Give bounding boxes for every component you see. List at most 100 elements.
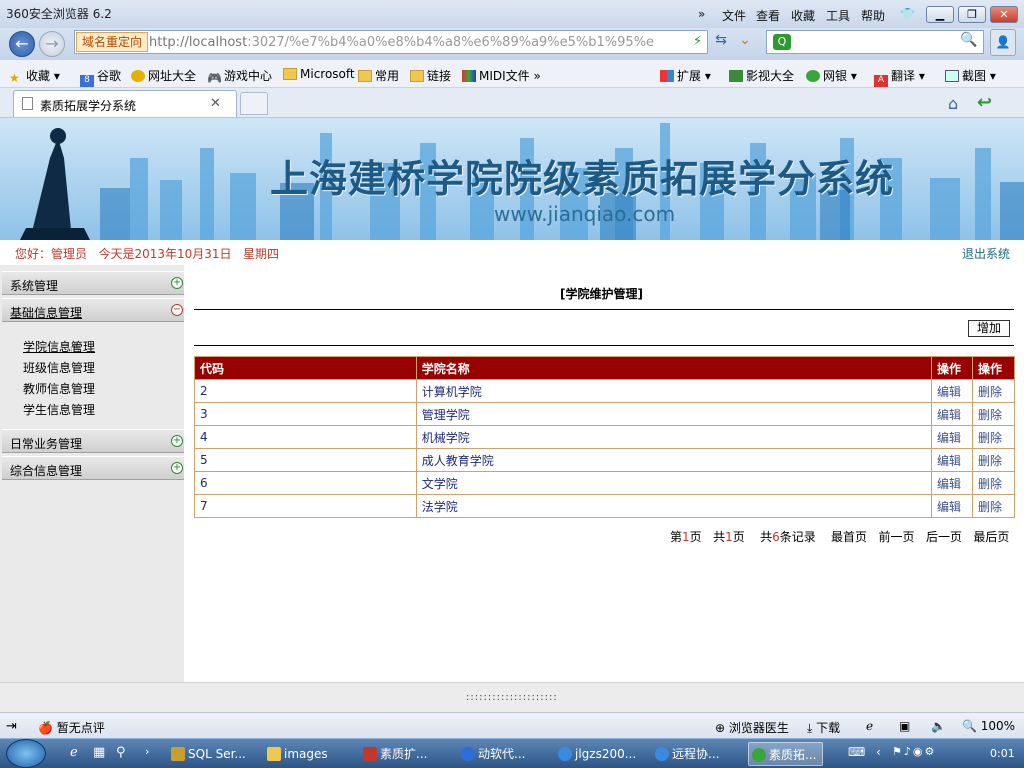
taskbar-item-sql[interactable]: SQL Ser... xyxy=(168,742,252,766)
shirt-icon[interactable]: 👕 xyxy=(900,7,915,21)
minimize-button[interactable]: ▁ xyxy=(926,6,954,23)
browser-doctor-button[interactable]: ⊕ 浏览器医生 xyxy=(715,719,789,736)
url-text[interactable]: http://localhost:3027/%e7%b4%a0%e8%b4%a8… xyxy=(149,35,654,50)
menu-favorites[interactable]: 收藏 xyxy=(791,7,815,24)
last-page-link[interactable]: 最后页 xyxy=(973,530,1009,544)
edit-link[interactable]: 编辑 xyxy=(931,402,974,426)
compat-mode-icon[interactable]: ⇆ xyxy=(710,32,732,52)
sidebar-section-system[interactable]: 系统管理 + xyxy=(2,271,184,295)
speaker-icon[interactable]: 🔈 xyxy=(931,719,946,733)
zoom-control[interactable]: 🔍 100% xyxy=(962,719,1015,733)
close-button[interactable]: ✕ xyxy=(990,6,1018,23)
delete-link[interactable]: 删除 xyxy=(972,448,1015,472)
taskbar-item-remote[interactable]: 远程协... xyxy=(652,742,725,766)
sidebar-section-basic-info[interactable]: 基础信息管理 − xyxy=(2,298,184,322)
edit-link[interactable]: 编辑 xyxy=(931,471,974,495)
sidebar-toggle-icon[interactable]: ⇥ xyxy=(6,719,17,734)
splitter-bar[interactable]: ::::::::::::::::::::: xyxy=(0,682,1024,712)
lightning-icon[interactable]: ⚡ xyxy=(693,34,702,49)
translate-button[interactable]: A 翻译 ▾ xyxy=(874,67,925,87)
extensions-button[interactable]: 扩展 ▾ xyxy=(660,67,711,84)
taskbar-item-images[interactable]: images xyxy=(264,742,334,766)
bank-button[interactable]: 网银 ▾ xyxy=(806,67,857,84)
menu-file[interactable]: 文件 xyxy=(722,7,746,24)
plus-icon[interactable]: + xyxy=(171,435,183,447)
edit-link[interactable]: 编辑 xyxy=(931,448,974,472)
ie-icon[interactable]: ℯ xyxy=(866,719,873,733)
dropdown-icon[interactable]: ⌄ xyxy=(734,32,756,52)
splitter-handle[interactable]: ::::::::::::::::::::: xyxy=(466,692,558,703)
quicklaunch-search-icon[interactable]: ⚲ xyxy=(116,745,126,760)
minus-icon[interactable]: − xyxy=(171,304,183,316)
sidebar-item-college[interactable]: 学院信息管理 xyxy=(23,338,95,355)
screenshot-button[interactable]: 截图 ▾ xyxy=(945,67,996,84)
video-button[interactable]: 影视大全 xyxy=(729,67,794,84)
active-tab[interactable]: 素质拓展学分系统 ✕ xyxy=(13,90,237,117)
taskbar-clock[interactable]: 0:01 xyxy=(990,747,1015,760)
comment-status[interactable]: 🍎 暂无点评 xyxy=(38,719,105,736)
grid-icon xyxy=(660,70,674,82)
menu-view[interactable]: 查看 xyxy=(756,7,780,24)
search-box[interactable]: Q xyxy=(766,30,984,54)
quicklaunch-more-icon[interactable]: › xyxy=(145,745,149,758)
bookmark-games[interactable]: 🎮 游戏中心 xyxy=(207,67,272,85)
sidebar-item-student[interactable]: 学生信息管理 xyxy=(23,401,95,418)
prev-page-link[interactable]: 前一页 xyxy=(878,530,914,544)
delete-link[interactable]: 删除 xyxy=(972,494,1015,518)
taskbar-item-browser[interactable]: 素质拓... xyxy=(748,742,824,766)
sidebar-section-daily[interactable]: 日常业务管理 + xyxy=(2,429,184,453)
taskbar-item-codegen[interactable]: 动软代... xyxy=(458,742,531,766)
redirect-badge[interactable]: 域名重定向 xyxy=(76,32,149,52)
bookmark-google[interactable]: 8 谷歌 xyxy=(80,67,121,87)
system-tray-icons[interactable]: ⚑♪◉⚙ xyxy=(892,745,936,758)
taskbar-item-vs[interactable]: 素质扩... xyxy=(360,742,433,766)
plus-icon[interactable]: + xyxy=(171,277,183,289)
undo-arrow-icon[interactable]: ↩ xyxy=(977,92,992,113)
windows-start-button[interactable] xyxy=(6,739,46,768)
bookmark-links[interactable]: 链接 xyxy=(410,67,451,84)
menu-help[interactable]: 帮助 xyxy=(861,7,885,24)
delete-link[interactable]: 删除 xyxy=(972,402,1015,426)
bookmark-microsoft[interactable]: Microsoft xyxy=(283,67,355,81)
edit-link[interactable]: 编辑 xyxy=(931,425,974,449)
sidebar-section-summary[interactable]: 综合信息管理 + xyxy=(2,456,184,480)
search-icon[interactable]: 🔍 xyxy=(958,32,980,52)
next-page-link[interactable]: 后一页 xyxy=(926,530,962,544)
first-page-link[interactable]: 最首页 xyxy=(831,530,867,544)
bookmark-common[interactable]: 常用 xyxy=(358,67,399,84)
download-button[interactable]: ⤓ 下载 xyxy=(807,719,840,736)
bookmark-hao[interactable]: 网址大全 xyxy=(131,67,196,84)
new-tab-button[interactable] xyxy=(240,92,268,115)
home-icon[interactable]: ⌂ xyxy=(948,94,958,113)
forward-arrow-icon[interactable]: → xyxy=(39,31,65,57)
taskbar-item-ie[interactable]: jlgzs200... xyxy=(555,742,642,766)
menu-chevron-icon[interactable]: » xyxy=(698,7,705,21)
bookmark-favorites[interactable]: ★ 收藏 ▾ xyxy=(9,67,60,85)
logout-link[interactable]: 退出系统 xyxy=(962,245,1010,262)
keyboard-icon[interactable]: ⌨ xyxy=(848,745,865,759)
window-icon[interactable]: ▣ xyxy=(899,719,910,733)
plus-icon[interactable]: + xyxy=(171,462,183,474)
edit-link[interactable]: 编辑 xyxy=(931,494,974,518)
quicklaunch-ie-icon[interactable]: ℯ xyxy=(70,745,78,760)
user-avatar[interactable]: 👤 xyxy=(990,29,1016,56)
delete-link[interactable]: 删除 xyxy=(972,379,1015,403)
search-engine-icon[interactable]: Q xyxy=(773,34,791,50)
cell-name: 法学院 xyxy=(415,494,933,518)
tab-close-icon[interactable]: ✕ xyxy=(210,96,221,111)
address-bar[interactable]: 域名重定向 http://localhost:3027/%e7%b4%a0%e8… xyxy=(74,30,708,54)
menu-tools[interactable]: 工具 xyxy=(826,7,850,24)
pagination: 第1页 共1页 共6条记录 最首页 前一页 后一页 最后页 xyxy=(670,528,1009,545)
sidebar-item-class[interactable]: 班级信息管理 xyxy=(23,359,95,376)
delete-link[interactable]: 删除 xyxy=(972,471,1015,495)
sidebar-item-teacher[interactable]: 教师信息管理 xyxy=(23,380,95,397)
quicklaunch-desktop-icon[interactable]: ▦ xyxy=(93,745,105,760)
maximize-button[interactable]: ❐ xyxy=(958,6,986,23)
total-pages-info: 共1页 xyxy=(713,530,745,544)
tray-expand-icon[interactable]: ‹ xyxy=(876,745,881,759)
edit-link[interactable]: 编辑 xyxy=(931,379,974,403)
bookmark-midi[interactable]: MIDI文件 » xyxy=(462,67,541,84)
add-button[interactable]: 增加 xyxy=(968,320,1010,337)
back-arrow-icon[interactable]: ← xyxy=(9,31,35,57)
delete-link[interactable]: 删除 xyxy=(972,425,1015,449)
